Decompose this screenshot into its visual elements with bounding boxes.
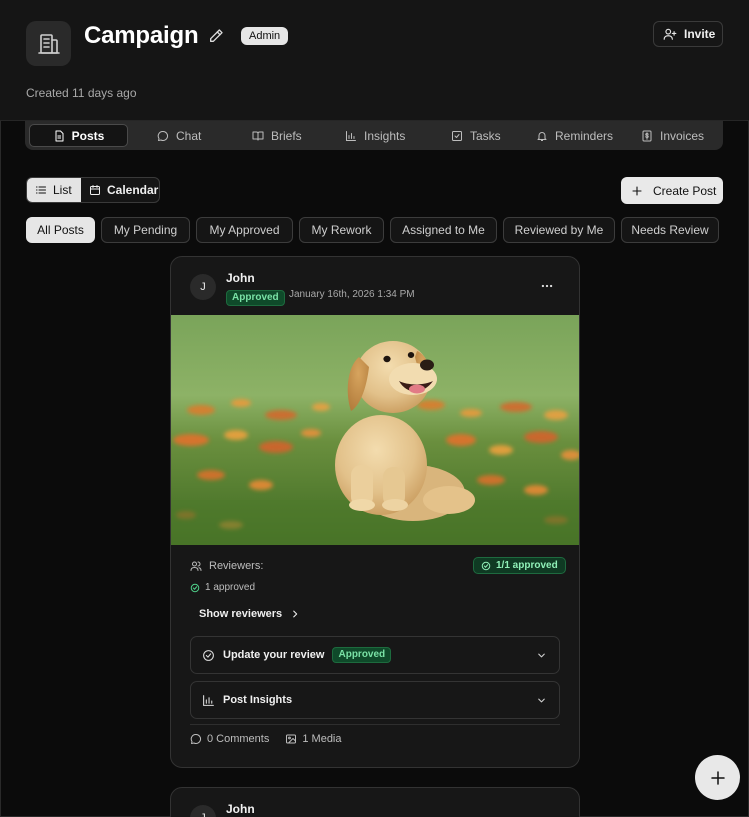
tab-insights-label: Insights: [364, 128, 406, 143]
more-horizontal-icon: [541, 284, 553, 288]
role-badge: Admin: [241, 27, 289, 45]
divider: [190, 724, 560, 725]
image-icon: [286, 734, 297, 744]
post-insights-accordion[interactable]: Post Insights: [190, 681, 560, 719]
bell-icon: [537, 131, 547, 141]
calendar-view-label: Calendar: [107, 183, 159, 197]
bar-chart-icon: [203, 694, 214, 706]
book-icon: [252, 131, 264, 140]
building-icon: [37, 33, 60, 54]
tab-insights[interactable]: Insights: [345, 124, 405, 147]
status-badge: Approved: [226, 290, 285, 306]
users-icon: [190, 561, 202, 571]
tab-reminders-label: Reminders: [555, 128, 614, 143]
filter-all-posts[interactable]: All Posts: [26, 217, 95, 243]
tab-briefs-label: Briefs: [271, 128, 302, 143]
update-review-label: Update your review: [223, 649, 325, 661]
plus-icon: [710, 770, 725, 785]
comments-count-text: 0 Comments: [207, 733, 270, 745]
user-plus-icon: [663, 28, 677, 40]
post-author: John: [226, 271, 255, 285]
calendar-view-button[interactable]: Calendar: [82, 178, 158, 202]
filter-reviewed-by-me[interactable]: Reviewed by Me: [503, 217, 615, 243]
avatar: J: [190, 805, 216, 817]
chevron-down-icon: [538, 698, 545, 703]
plus-icon: [632, 185, 642, 196]
list-icon: [35, 186, 47, 194]
post-author: John: [226, 802, 255, 816]
chevron-right-icon: [293, 610, 298, 618]
invite-button[interactable]: Invite: [653, 21, 723, 47]
comment-icon: [190, 733, 202, 744]
media-count[interactable]: 1 Media: [285, 733, 342, 745]
edit-title-button[interactable]: [208, 28, 224, 44]
campaign-logo: [26, 21, 71, 66]
post-insights-label: Post Insights: [223, 694, 293, 706]
filter-assigned-to-me[interactable]: Assigned to Me: [390, 217, 497, 243]
post-card: J John: [170, 787, 580, 817]
approved-count: 1 approved: [190, 582, 255, 593]
approved-count-text: 1 approved: [205, 582, 256, 593]
media-count-text: 1 Media: [302, 733, 342, 745]
page-title: Campaign: [84, 22, 199, 49]
tab-posts-label: Posts: [71, 128, 105, 143]
dollar-receipt-icon: [642, 130, 652, 141]
tab-invoices[interactable]: Invoices: [641, 124, 704, 147]
post-card: J John Approved January 16th, 2026 1:34 …: [170, 256, 580, 768]
tab-tasks[interactable]: Tasks: [451, 124, 501, 147]
show-reviewers-button[interactable]: Show reviewers: [199, 608, 300, 620]
check-circle-icon: [481, 561, 491, 570]
tab-reminders[interactable]: Reminders: [536, 124, 613, 147]
filter-needs-review[interactable]: Needs Review: [621, 217, 719, 243]
tab-invoices-label: Invoices: [660, 128, 705, 143]
show-reviewers-label: Show reviewers: [199, 608, 283, 620]
list-view-button[interactable]: List: [27, 178, 81, 202]
reviewers-label: Reviewers:: [190, 560, 263, 572]
view-toggle: List Calendar: [26, 177, 160, 203]
chat-bubble-icon: [157, 130, 169, 141]
checkbox-icon: [452, 130, 462, 141]
review-status-badge: Approved: [332, 647, 392, 663]
filter-my-rework[interactable]: My Rework: [299, 217, 384, 243]
post-menu-button[interactable]: [540, 279, 554, 293]
created-date: Created 11 days ago: [26, 86, 137, 100]
pencil-icon: [210, 29, 223, 42]
check-circle-icon: [203, 649, 214, 661]
filter-my-approved[interactable]: My Approved: [196, 217, 293, 243]
post-stats: 0 Comments 1 Media: [190, 733, 342, 745]
update-review-accordion[interactable]: Update your review Approved: [190, 636, 560, 674]
page-header: Campaign Admin Invite Created 11 days ag…: [0, 0, 749, 121]
reviewers-label-text: Reviewers:: [209, 560, 264, 572]
avatar: J: [190, 274, 216, 300]
chevron-down-icon: [538, 653, 545, 658]
invite-label: Invite: [684, 27, 716, 41]
post-status-badge: Approved: [226, 287, 285, 306]
create-post-label: Create Post: [653, 183, 717, 198]
create-post-button[interactable]: Create Post: [621, 177, 723, 204]
list-view-label: List: [53, 183, 72, 197]
post-media-image[interactable]: [171, 315, 579, 545]
approval-ratio-badge: 1/1 approved: [473, 557, 566, 574]
tab-chat-label: Chat: [176, 128, 202, 143]
tab-tasks-label: Tasks: [470, 128, 501, 143]
floating-add-button[interactable]: [695, 755, 740, 800]
calendar-icon: [90, 185, 100, 195]
section-tabs: Posts Chat Briefs Insights Tasks Reminde…: [25, 121, 723, 150]
tab-chat[interactable]: Chat: [157, 124, 201, 147]
tab-posts[interactable]: Posts: [29, 124, 128, 147]
tab-briefs[interactable]: Briefs: [252, 124, 302, 147]
check-circle-icon: [190, 583, 200, 592]
approval-ratio-text: 1/1 approved: [496, 560, 558, 571]
filter-my-pending[interactable]: My Pending: [101, 217, 190, 243]
post-date: January 16th, 2026 1:34 PM: [289, 289, 415, 300]
puppy-photo: [171, 315, 579, 545]
document-icon: [55, 130, 64, 141]
bar-chart-icon: [346, 130, 356, 141]
comments-count[interactable]: 0 Comments: [190, 733, 269, 745]
